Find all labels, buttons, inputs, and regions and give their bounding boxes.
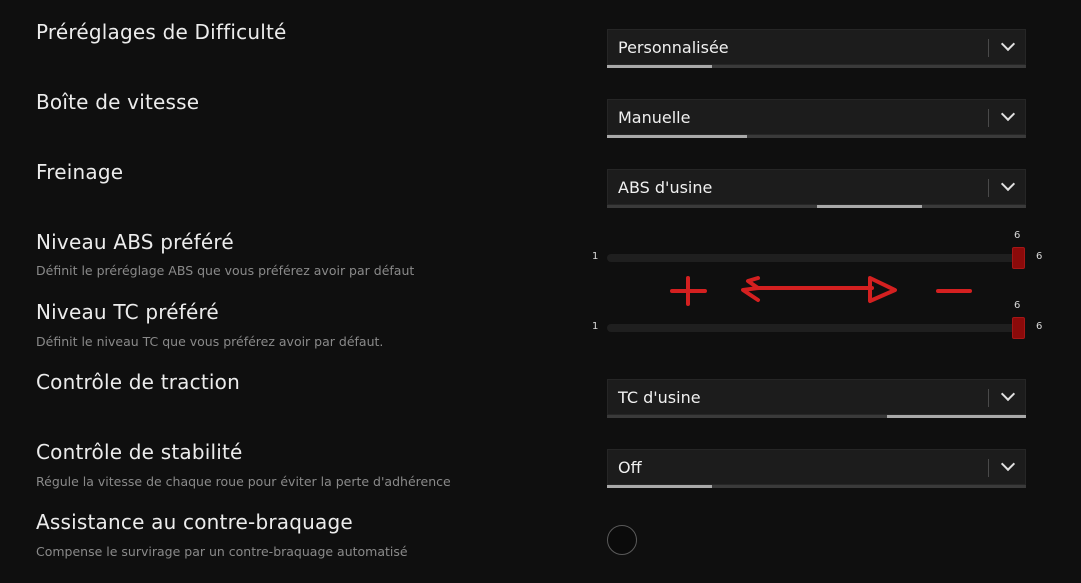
abs-slider-max: 6 <box>1036 251 1043 262</box>
chevron-down-icon <box>1000 106 1016 122</box>
tc-level-description: Définit le niveau TC que vous préférez a… <box>36 334 384 349</box>
gearbox-value: Manuelle <box>618 108 691 127</box>
gearbox-level-fill <box>607 135 747 138</box>
double-arrow <box>741 276 897 303</box>
chevron-down-icon <box>1000 456 1016 472</box>
braking-level-bar <box>607 205 1026 208</box>
stability-dropdown[interactable]: Off <box>607 449 1026 485</box>
countersteer-description: Compense le survirage par un contre-braq… <box>36 544 408 559</box>
traction-label: Contrôle de traction <box>36 370 240 394</box>
dropdown-separator <box>988 109 989 127</box>
stability-description: Régule la vitesse de chaque roue pour év… <box>36 474 451 489</box>
traction-level-bar <box>607 415 1026 418</box>
tc-slider-min: 1 <box>592 321 599 332</box>
gearbox-dropdown[interactable]: Manuelle <box>607 99 1026 135</box>
tc-level-label: Niveau TC préféré <box>36 300 219 324</box>
braking-value: ABS d'usine <box>618 178 713 197</box>
difficulty-dropdown[interactable]: Personnalisée <box>607 29 1026 65</box>
braking-label: Freinage <box>36 160 124 184</box>
stability-level-fill <box>607 485 712 488</box>
traction-dropdown[interactable]: TC d'usine <box>607 379 1026 415</box>
abs-level-description: Définit le préréglage ABS que vous préfé… <box>36 263 415 278</box>
stability-value: Off <box>618 458 642 477</box>
difficulty-value: Personnalisée <box>618 38 729 57</box>
traction-value: TC d'usine <box>618 388 701 407</box>
difficulty-level-fill <box>607 65 712 68</box>
traction-level-fill <box>887 415 1026 418</box>
countersteer-toggle[interactable] <box>607 525 637 555</box>
stability-label: Contrôle de stabilité <box>36 440 243 464</box>
braking-level-fill <box>817 205 922 208</box>
chevron-down-icon <box>1000 386 1016 402</box>
plus-mark <box>670 276 707 306</box>
braking-dropdown[interactable]: ABS d'usine <box>607 169 1026 205</box>
dropdown-separator <box>988 179 989 197</box>
stability-level-bar <box>607 485 1026 488</box>
countersteer-label: Assistance au contre-braquage <box>36 510 353 534</box>
tc-slider-value: 6 <box>1014 300 1021 311</box>
difficulty-level-bar <box>607 65 1026 68</box>
gearbox-level-bar <box>607 135 1026 138</box>
red-arrow-annotation <box>670 276 972 306</box>
abs-slider-min: 1 <box>592 251 599 262</box>
tc-slider-thumb[interactable] <box>1012 317 1025 339</box>
dropdown-separator <box>988 459 989 477</box>
chevron-down-icon <box>1000 176 1016 192</box>
dropdown-separator <box>988 389 989 407</box>
abs-slider-thumb[interactable] <box>1012 247 1025 269</box>
chevron-down-icon <box>1000 36 1016 52</box>
gearbox-label: Boîte de vitesse <box>36 90 200 114</box>
dropdown-separator <box>988 39 989 57</box>
abs-slider-track[interactable] <box>607 254 1019 262</box>
abs-slider-value: 6 <box>1014 230 1021 241</box>
tc-slider-max: 6 <box>1036 321 1043 332</box>
abs-level-label: Niveau ABS préféré <box>36 230 234 254</box>
tc-slider-track[interactable] <box>607 324 1019 332</box>
difficulty-label: Préréglages de Difficulté <box>36 20 287 44</box>
